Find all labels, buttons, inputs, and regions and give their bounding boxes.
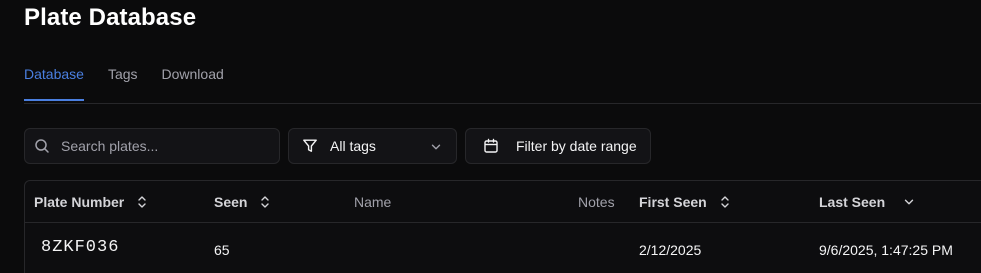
seen-count-cell: 65: [214, 242, 230, 258]
column-label: Last Seen: [819, 194, 886, 210]
column-header-notes: Notes: [578, 194, 615, 210]
chevron-down-icon: [431, 144, 441, 150]
calendar-icon: [484, 138, 498, 153]
search-box[interactable]: [24, 128, 280, 164]
column-header-name: Name: [354, 194, 391, 210]
last-seen-cell: 9/6/2025, 1:47:25 PM: [819, 242, 953, 258]
tag-filter-select[interactable]: All tags: [288, 128, 457, 164]
tag-filter-value: All tags: [330, 138, 376, 154]
search-icon: [35, 139, 49, 153]
column-label: Plate Number: [34, 194, 125, 210]
tab-tags[interactable]: Tags: [108, 66, 138, 101]
funnel-icon: [303, 139, 317, 152]
tab-download[interactable]: Download: [162, 66, 224, 101]
sort-updown-icon[interactable]: [136, 195, 148, 209]
date-range-filter-button[interactable]: Filter by date range: [465, 128, 651, 164]
first-seen-cell: 2/12/2025: [639, 242, 702, 258]
sort-updown-icon[interactable]: [719, 195, 731, 209]
column-header-seen[interactable]: Seen: [214, 194, 271, 210]
column-header-first-seen[interactable]: First Seen: [639, 194, 731, 210]
column-header-last-seen[interactable]: Last Seen: [819, 194, 915, 210]
column-label: First Seen: [639, 194, 707, 210]
tab-bar: Database Tags Download: [24, 66, 248, 101]
search-input[interactable]: [59, 137, 263, 155]
column-label: Notes: [578, 194, 615, 210]
chevron-down-icon[interactable]: [903, 196, 915, 208]
column-label: Seen: [214, 194, 248, 210]
plates-table: Plate Number Seen Name Notes First Seen: [24, 180, 981, 273]
column-header-plate-number[interactable]: Plate Number: [34, 194, 148, 210]
tab-database[interactable]: Database: [24, 66, 84, 101]
date-range-filter-label: Filter by date range: [516, 138, 637, 154]
tabs-divider: [24, 103, 981, 104]
page-title: Plate Database: [24, 4, 197, 31]
plate-database-page: Plate Database Database Tags Download Al…: [0, 0, 981, 273]
table-header: Plate Number Seen Name Notes First Seen: [25, 181, 981, 223]
column-label: Name: [354, 194, 392, 210]
sort-updown-icon[interactable]: [259, 195, 271, 209]
table-row[interactable]: 8ZKF036 65 2/12/2025 9/6/2025, 1:47:25 P…: [25, 223, 981, 273]
plate-number-cell[interactable]: 8ZKF036: [41, 238, 119, 257]
